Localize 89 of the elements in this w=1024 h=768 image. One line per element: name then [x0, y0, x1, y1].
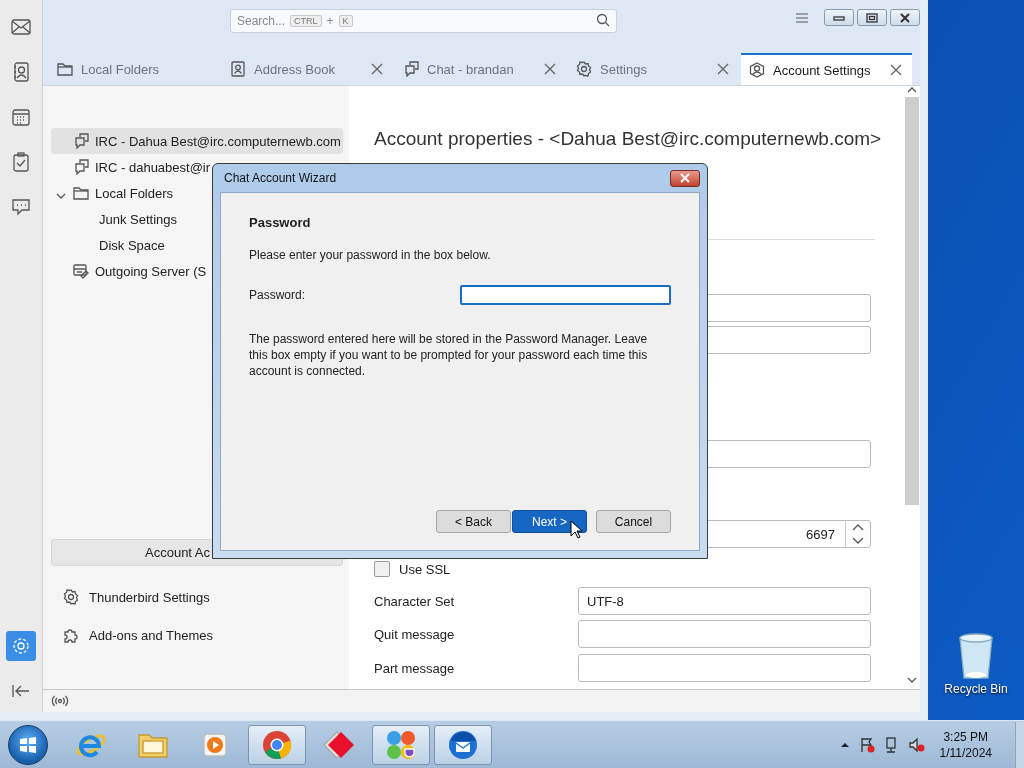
- desktop-icon-label[interactable]: Recycle Bin: [944, 682, 1008, 696]
- close-icon: [679, 173, 691, 183]
- contact-card-icon: [13, 62, 29, 82]
- text-field[interactable]: [578, 654, 871, 682]
- scrollbar[interactable]: [904, 86, 920, 689]
- folder-icon: [57, 62, 73, 76]
- dialog-button[interactable]: Next >: [512, 510, 587, 533]
- text-field[interactable]: UTF-8: [578, 587, 871, 615]
- server-icon: [73, 263, 89, 279]
- chevron-down-icon: [56, 193, 66, 200]
- maximize-icon: [866, 12, 878, 23]
- puzzle-icon: [63, 627, 79, 643]
- sidebar-link[interactable]: Add-ons and Themes: [51, 616, 349, 654]
- chat-bubble-icon: [73, 159, 89, 175]
- close-tab-icon: [717, 63, 729, 75]
- taskbar-app[interactable]: [434, 724, 492, 765]
- account-tree-label: IRC - dahuabest@ir: [95, 159, 211, 175]
- bird-envelope-icon: [447, 728, 479, 761]
- menu-icon: [795, 12, 809, 24]
- calendar-icon: [12, 108, 30, 126]
- tray-arrow-icon: [839, 741, 850, 748]
- account-tree-label: Local Folders: [95, 185, 174, 201]
- online-status-icon: [51, 694, 69, 708]
- field-label: Part message: [374, 660, 455, 676]
- volume-muted-icon: [908, 736, 925, 753]
- close-tab-icon: [371, 63, 383, 75]
- chat-bubble-icon: [403, 61, 419, 77]
- clipboard-check-icon: [13, 152, 29, 172]
- note-text: The password entered here will be stored in the Password Manager. Leave this box empty if you want to be prompted for your password each time this account is connected.: [249, 331, 649, 379]
- page-heading: Account properties - <Dahua Best@irc.computernewb.com>: [374, 128, 883, 150]
- dialog-title: Chat Account Wizard: [224, 171, 337, 185]
- gear-icon: [576, 61, 592, 77]
- tab[interactable]: Account Settings: [741, 53, 912, 85]
- close-tab-button[interactable]: [542, 61, 558, 77]
- account-icon: [749, 62, 765, 78]
- start-button[interactable]: [8, 724, 48, 765]
- instruction-text: Please enter your password in the box below.: [249, 248, 492, 262]
- mouse-cursor-icon: [570, 520, 582, 539]
- collapse-arrow-icon: [12, 684, 30, 698]
- close-button[interactable]: [890, 9, 920, 26]
- tab[interactable]: Chat - brandan: [395, 53, 566, 85]
- maximize-button[interactable]: [857, 9, 887, 26]
- account-tree-label: IRC - Dahua Best@irc.computernewb.com: [95, 133, 341, 149]
- sidebar-link[interactable]: Thunderbird Settings: [51, 578, 349, 616]
- chat-bubble-icon: [73, 133, 89, 149]
- mail-icon: [11, 19, 31, 35]
- scroll-up-icon: [907, 86, 917, 93]
- minimize-button[interactable]: [824, 9, 854, 26]
- chrome-icon: [261, 728, 293, 761]
- gear-icon: [63, 589, 79, 605]
- minimize-icon: [833, 13, 845, 22]
- dialog-button[interactable]: Cancel: [596, 510, 671, 533]
- close-tab-button[interactable]: [715, 61, 731, 77]
- text-field[interactable]: [578, 620, 871, 648]
- play-icon: [201, 730, 229, 759]
- folder-icon: [73, 186, 89, 200]
- search-field[interactable]: Search... CTRL + K: [230, 9, 617, 33]
- taskbar-app[interactable]: [248, 724, 306, 765]
- checkbox-label: Use SSL: [399, 561, 451, 577]
- action-center-flag-icon: [858, 736, 875, 753]
- clock-date: 1/11/2024: [939, 744, 992, 761]
- close-tab-icon: [890, 64, 902, 76]
- close-tab-button[interactable]: [369, 61, 385, 77]
- windows-logo-icon: [19, 735, 37, 754]
- trash-bin-icon: [956, 632, 996, 680]
- field-label: Password:: [249, 288, 306, 302]
- close-icon: [899, 12, 911, 23]
- tiles-icon: [385, 728, 417, 761]
- account-tree-item[interactable]: IRC - Dahua Best@irc.computernewb.com: [51, 128, 343, 154]
- field-label: Character Set: [374, 593, 455, 609]
- field-label: Quit message: [374, 626, 455, 642]
- step-heading: Password: [249, 215, 312, 230]
- clock-time: 3:25 PM: [943, 728, 989, 745]
- dialog-close-button[interactable]: [670, 169, 700, 187]
- tab[interactable]: Local Folders: [49, 53, 220, 85]
- close-tab-icon: [544, 63, 556, 75]
- tab[interactable]: Address Book: [222, 53, 393, 85]
- password-field[interactable]: [460, 285, 671, 305]
- dialog-button[interactable]: < Back: [436, 510, 511, 533]
- contact-card-icon: [230, 61, 246, 77]
- checkbox[interactable]: [374, 561, 390, 577]
- close-tab-button[interactable]: [888, 62, 904, 78]
- space-button[interactable]: [6, 631, 36, 661]
- tab[interactable]: Settings: [568, 53, 739, 85]
- account-tree-label: Outgoing Server (S: [95, 263, 207, 279]
- scroll-down-icon: [907, 677, 917, 684]
- chat-bubble-icon: [11, 198, 31, 216]
- search-icon: [596, 12, 610, 27]
- settings-icon: [11, 636, 31, 656]
